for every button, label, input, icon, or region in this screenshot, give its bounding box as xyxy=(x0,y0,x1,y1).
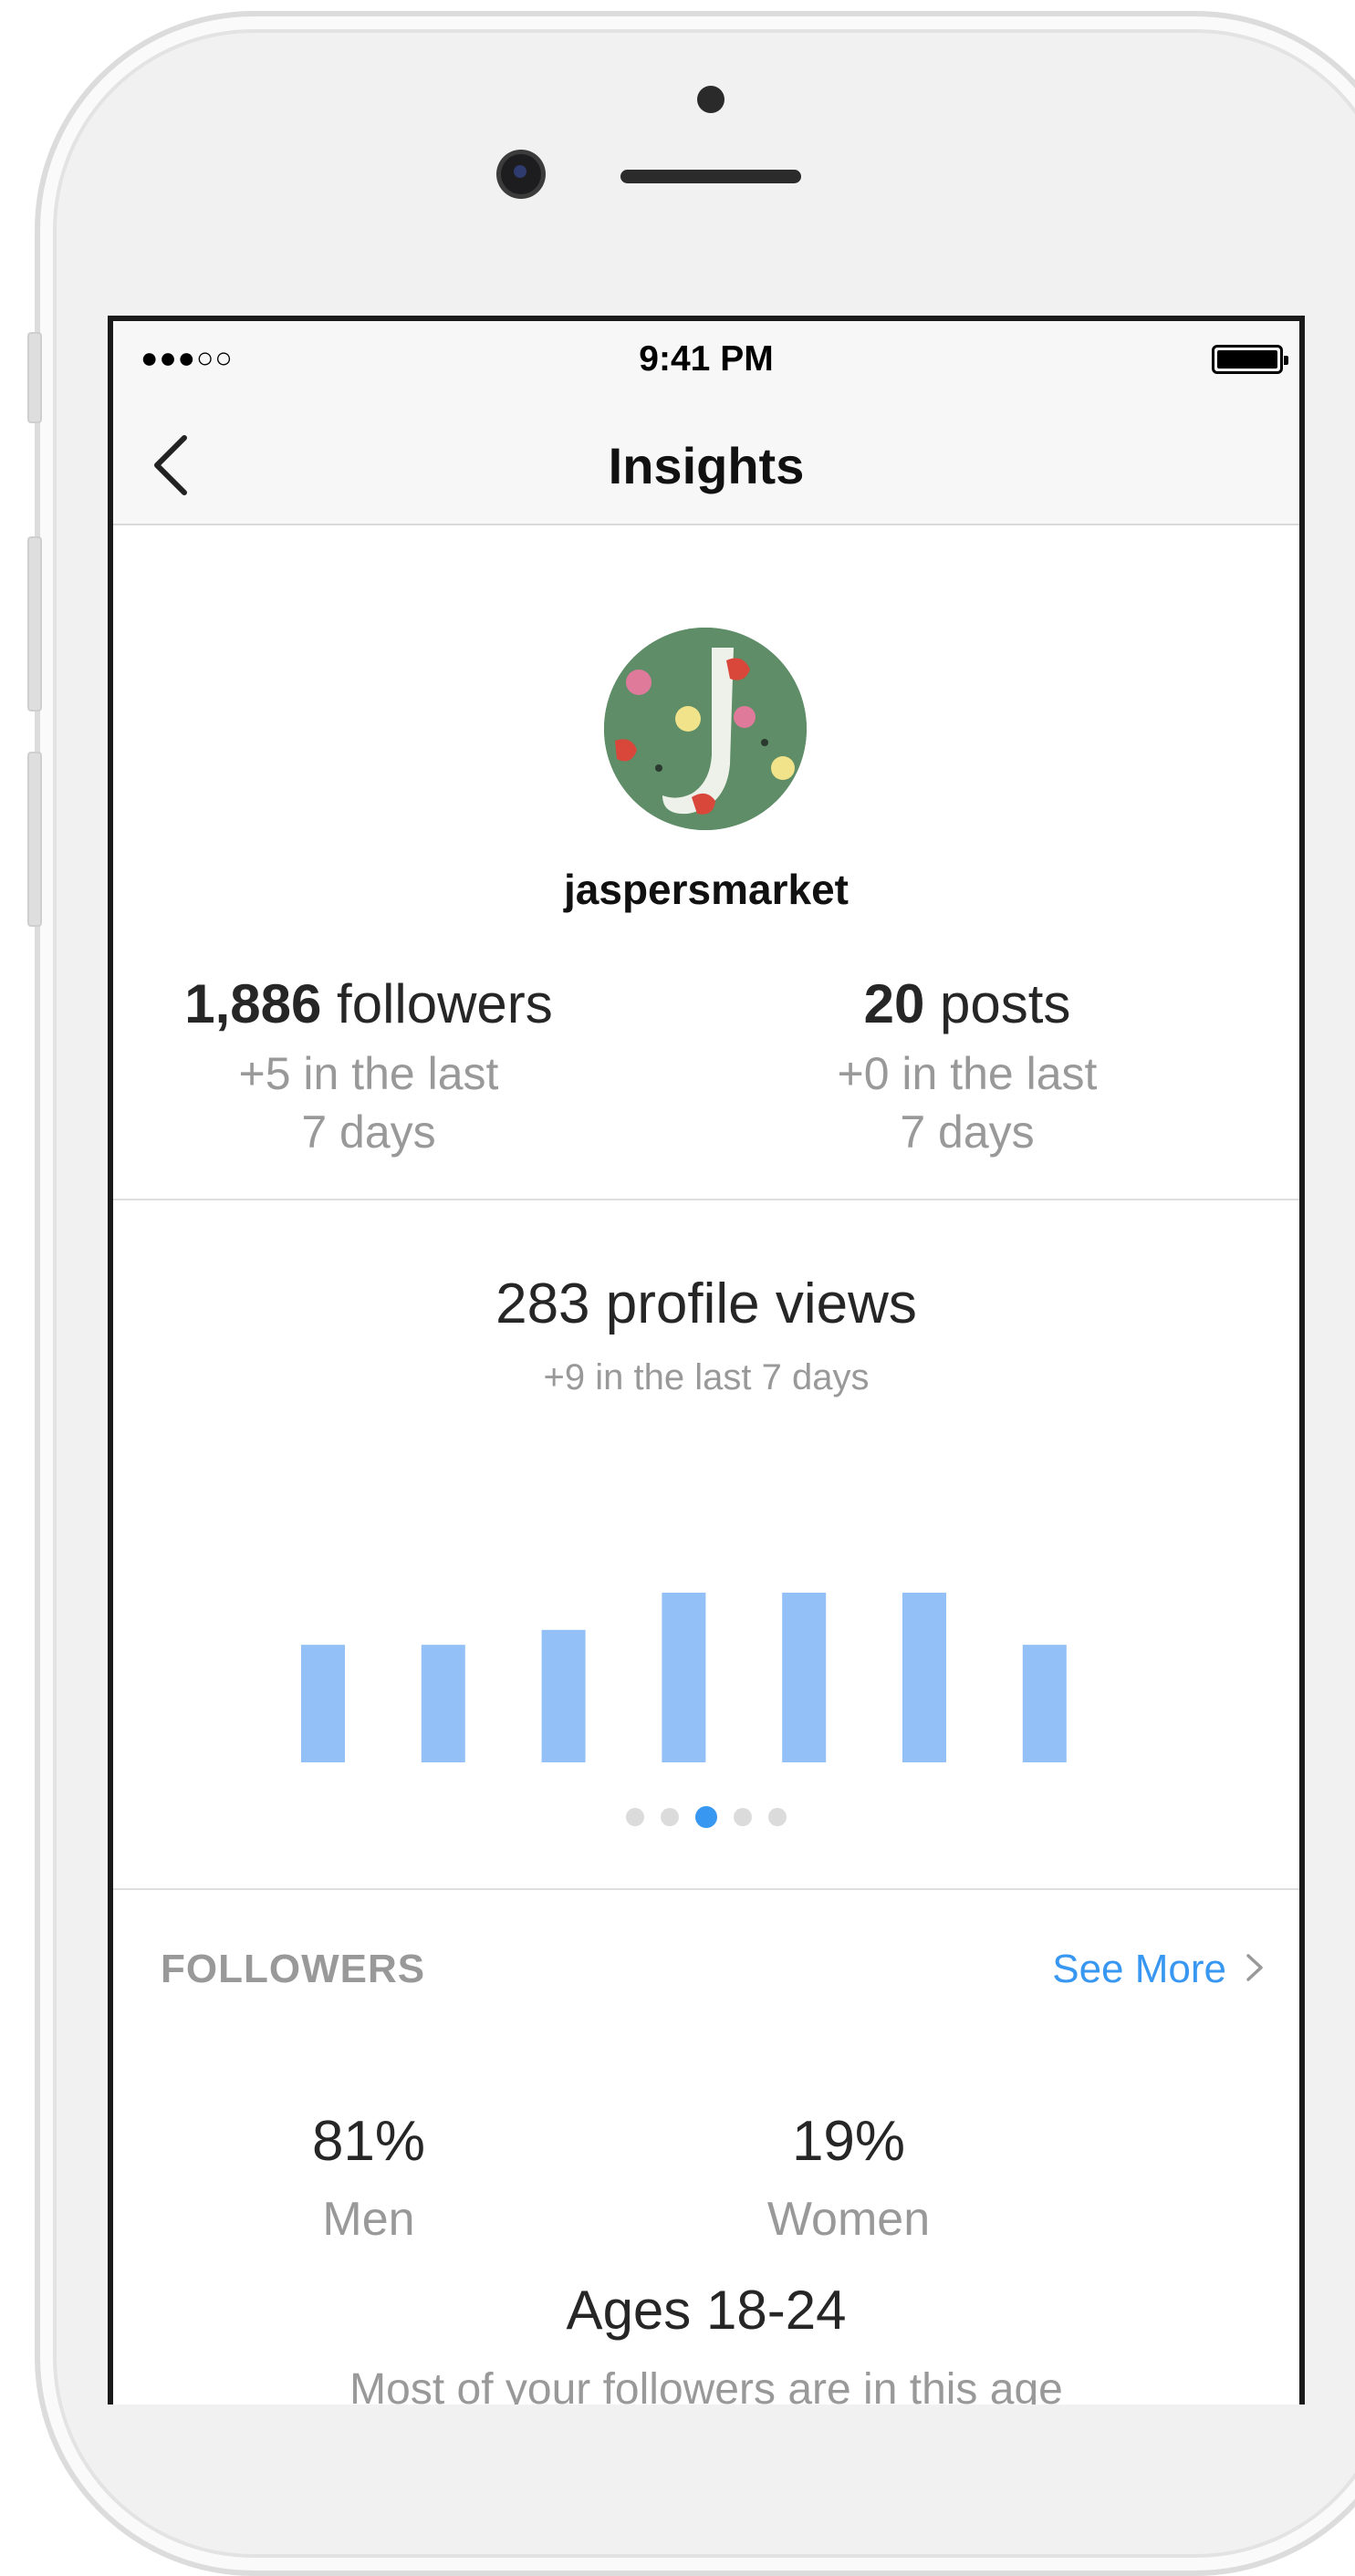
followers-stat: 1,886 followers +5 in the last 7 days xyxy=(113,972,624,1161)
page-dot-1[interactable] xyxy=(661,1808,679,1826)
mute-switch xyxy=(27,332,42,423)
page-indicator[interactable] xyxy=(113,1806,1299,1831)
profile-views-chart[interactable]: TWTFSSM xyxy=(113,1452,1299,1762)
status-time: 9:41 PM xyxy=(639,339,774,379)
men-label: Men xyxy=(322,2193,415,2246)
see-more-link[interactable]: See More xyxy=(1052,1947,1226,1992)
posts-count: 20 xyxy=(863,973,925,1034)
chart-bar-1[interactable] xyxy=(421,1645,465,1762)
proximity-sensor xyxy=(697,86,724,113)
posts-stat: 20 posts +0 in the last 7 days xyxy=(712,972,1223,1161)
followers-word: followers xyxy=(321,973,553,1034)
volume-up-button xyxy=(27,536,42,712)
women-percentage: 19% xyxy=(791,2110,906,2173)
chevron-right-icon[interactable] xyxy=(1235,1945,1272,1990)
chart-bar-5[interactable] xyxy=(902,1593,946,1762)
women-stat: 19% Women xyxy=(684,2109,1013,2247)
posts-change: +0 in the last 7 days xyxy=(837,1048,1098,1158)
earpiece-speaker xyxy=(620,170,801,183)
jaspers-market-logo xyxy=(604,628,807,830)
battery-icon xyxy=(1212,345,1288,374)
chart-bar-6[interactable] xyxy=(1022,1645,1067,1762)
page-title: Insights xyxy=(608,437,805,494)
page-dot-3[interactable] xyxy=(734,1808,752,1826)
posts-word: posts xyxy=(924,973,1071,1034)
divider xyxy=(113,1199,1299,1200)
page-dot-0[interactable] xyxy=(626,1808,644,1826)
navigation-bar: Insights xyxy=(113,401,1299,525)
avatar xyxy=(604,628,807,830)
chart-bar-2[interactable] xyxy=(541,1629,586,1762)
chart-bar-0[interactable] xyxy=(301,1645,345,1762)
status-bar: ●●●○○ 9:41 PM xyxy=(113,321,1299,401)
followers-change: +5 in the last 7 days xyxy=(238,1048,499,1158)
profile-views-change: +9 in the last 7 days xyxy=(543,1357,870,1397)
divider xyxy=(113,1888,1299,1890)
age-range-description: Most of your followers are in this age xyxy=(349,2365,1063,2405)
women-label: Women xyxy=(766,2193,931,2246)
men-stat: 81% Men xyxy=(204,2109,533,2247)
volume-down-button xyxy=(27,752,42,927)
front-camera xyxy=(501,154,541,194)
followers-section-header: FOLLOWERS xyxy=(161,1947,426,1991)
men-percentage: 81% xyxy=(311,2110,426,2173)
phone-screen: ●●●○○ 9:41 PM Insights jaspersmarket 1,8… xyxy=(108,316,1305,2405)
profile-views-title: 283 profile views xyxy=(495,1272,917,1335)
page-dot-2[interactable] xyxy=(695,1806,717,1828)
age-range-title: Ages 18-24 xyxy=(566,2280,847,2341)
followers-count: 1,886 xyxy=(184,973,322,1034)
chart-bar-4[interactable] xyxy=(782,1593,827,1762)
username: jaspersmarket xyxy=(564,866,849,913)
page-dot-4[interactable] xyxy=(768,1808,787,1826)
chart-bar-3[interactable] xyxy=(662,1593,706,1762)
